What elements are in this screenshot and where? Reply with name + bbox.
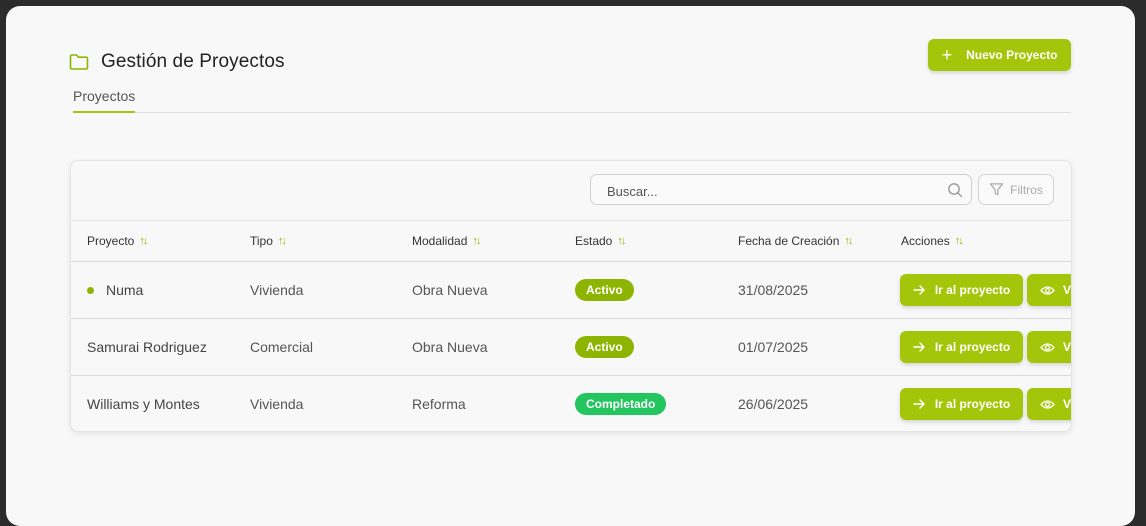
new-project-label: Nuevo Proyecto (966, 48, 1058, 62)
project-name-cell: Samurai Rodriguez (87, 339, 207, 355)
project-name-cell: Numa (87, 282, 143, 298)
view-label: V (1063, 397, 1072, 411)
tab-bar: Proyectos (73, 88, 1071, 113)
go-to-project-button[interactable]: Ir al proyecto (900, 388, 1023, 420)
status-dot-icon (87, 286, 94, 294)
column-label: Proyecto (87, 234, 135, 248)
filters-label: Filtros (1010, 182, 1043, 197)
project-name-cell: Williams y Montes (87, 396, 200, 412)
sort-icon[interactable]: ↑↓ (844, 235, 853, 247)
view-button[interactable]: V (1027, 331, 1072, 363)
table-row[interactable]: Samurai Rodriguez Comercial Obra Nueva A… (71, 319, 1071, 376)
modality-cell: Obra Nueva (412, 339, 488, 355)
new-project-button[interactable]: + Nuevo Proyecto (928, 39, 1071, 71)
sort-icon[interactable]: ↑↓ (139, 235, 148, 247)
go-to-project-label: Ir al proyecto (934, 397, 1011, 411)
plus-icon: + (941, 45, 953, 65)
view-button[interactable]: V (1027, 274, 1072, 306)
go-to-project-button[interactable]: Ir al proyecto (900, 274, 1023, 306)
column-header-proyecto[interactable]: Proyecto ↑↓ (87, 234, 148, 248)
sort-icon[interactable]: ↑↓ (617, 235, 626, 247)
page-header: Gestión de Proyectos + Nuevo Proyecto (69, 39, 1071, 79)
column-label: Tipo (250, 234, 273, 248)
eye-icon (1040, 285, 1055, 295)
date-cell: 01/07/2025 (738, 339, 809, 355)
page-title: Gestión de Proyectos (101, 51, 285, 72)
eye-icon (1040, 399, 1055, 409)
go-to-project-label: Ir al proyecto (934, 283, 1011, 297)
column-label: Acciones (901, 234, 950, 248)
column-header-fecha[interactable]: Fecha de Creación ↑↓ (738, 234, 853, 248)
go-to-project-label: Ir al proyecto (934, 340, 1011, 354)
project-name: Samurai Rodriguez (87, 339, 207, 355)
view-label: V (1063, 283, 1072, 297)
modality-cell: Reforma (412, 396, 466, 412)
table-header: Proyecto ↑↓ Tipo ↑↓ Modalidad ↑↓ Estado ↑↓ F… (71, 221, 1071, 262)
sort-icon[interactable]: ↑↓ (278, 235, 287, 247)
column-header-acciones[interactable]: Acciones ↑↓ (901, 234, 964, 248)
column-header-modalidad[interactable]: Modalidad ↑↓ (412, 234, 481, 248)
arrow-right-icon (913, 342, 925, 352)
date-cell: 26/06/2025 (738, 396, 809, 412)
view-button[interactable]: V (1027, 388, 1072, 420)
column-header-estado[interactable]: Estado ↑↓ (575, 234, 626, 248)
folder-icon (69, 54, 89, 70)
arrow-right-icon (913, 399, 925, 409)
view-label: V (1063, 340, 1072, 354)
table-row[interactable]: Williams y Montes Vivienda Reforma Compl… (71, 376, 1072, 431)
go-to-project-button[interactable]: Ir al proyecto (900, 331, 1023, 363)
sort-icon[interactable]: ↑↓ (955, 235, 964, 247)
tab-proyectos[interactable]: Proyectos (73, 88, 136, 113)
title-wrap: Gestión de Proyectos (69, 51, 285, 73)
table-row[interactable]: Numa Vivienda Obra Nueva Activo 31/08/20… (71, 262, 1071, 319)
column-header-tipo[interactable]: Tipo ↑↓ (250, 234, 287, 248)
projects-table: Filtros Proyecto ↑↓ Tipo ↑↓ Modalidad ↑↓ Es… (70, 160, 1072, 432)
search-box (590, 174, 972, 205)
column-label: Fecha de Creación (738, 234, 840, 248)
table-toolbar: Filtros (71, 161, 1071, 221)
filters-button[interactable]: Filtros (978, 174, 1054, 205)
project-name: Williams y Montes (87, 396, 200, 412)
arrow-right-icon (913, 285, 925, 295)
type-cell: Comercial (250, 339, 314, 355)
main-panel: Gestión de Proyectos + Nuevo Proyecto Pr… (6, 6, 1135, 526)
status-badge: Activo (575, 336, 634, 358)
date-cell: 31/08/2025 (738, 282, 809, 298)
filter-icon (989, 183, 1004, 196)
sort-icon[interactable]: ↑↓ (472, 235, 481, 247)
status-badge: Completado (575, 393, 667, 415)
project-name: Numa (106, 282, 144, 298)
column-label: Modalidad (412, 234, 468, 248)
search-icon[interactable] (947, 182, 963, 198)
eye-icon (1040, 342, 1055, 352)
search-input[interactable] (605, 181, 939, 201)
column-label: Estado (575, 234, 613, 248)
type-cell: Vivienda (250, 282, 304, 298)
status-badge: Activo (575, 279, 634, 301)
modality-cell: Obra Nueva (412, 282, 488, 298)
type-cell: Vivienda (250, 396, 304, 412)
